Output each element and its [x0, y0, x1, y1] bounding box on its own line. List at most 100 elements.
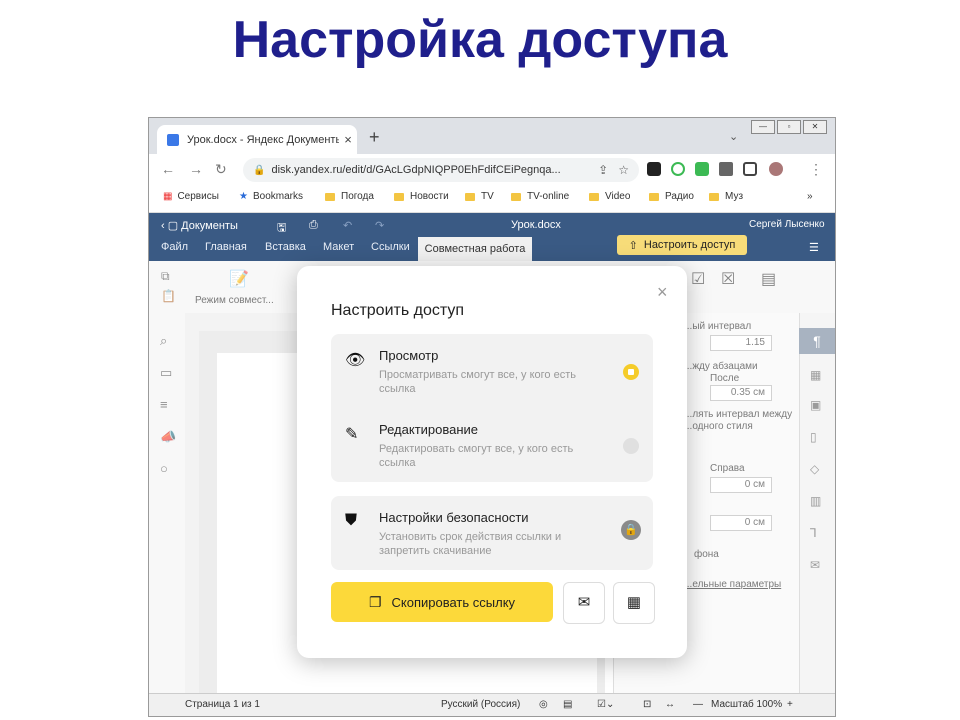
document-name: Урок.docx: [511, 219, 561, 231]
user-name[interactable]: Сергей Лысенко: [749, 219, 825, 230]
bookmark-tv-online[interactable]: TV-online: [511, 191, 569, 202]
option-edit-radio[interactable]: [623, 438, 639, 454]
navigation-bar: ← → ↻ 🔒 disk.yandex.ru/edit/d/GAcLGdpNIQ…: [149, 154, 835, 186]
option-edit[interactable]: ✎ Редактирование Редактировать смогут вс…: [331, 408, 653, 482]
lock-icon: 🔒: [253, 164, 266, 176]
tab-title: Урок.docx - Яндекс Документы: [187, 133, 339, 146]
spellcheck-icon[interactable]: ◎: [539, 699, 548, 710]
folder-icon: [589, 192, 599, 201]
docs-favicon-icon: [167, 133, 179, 146]
tab-search-chevron-icon[interactable]: ⌄: [729, 130, 738, 143]
option-view-title: Просмотр: [379, 348, 439, 363]
security-settings[interactable]: ⛊ Настройки безопасности Установить срок…: [331, 496, 653, 570]
save-icon[interactable]: 🖫: [277, 219, 286, 238]
bookmark-music[interactable]: Муз: [709, 191, 743, 202]
bookmark-services[interactable]: ▦ Сервисы: [163, 191, 219, 202]
security-title: Настройки безопасности: [379, 510, 529, 525]
bookmark-star-icon[interactable]: ☆: [618, 163, 629, 177]
side-panel-icon[interactable]: [743, 162, 757, 176]
zoom-out-button[interactable]: —: [693, 699, 703, 710]
shield-icon: ⛊: [345, 512, 358, 529]
tab-close-icon[interactable]: ×: [339, 132, 357, 147]
zoom-in-button[interactable]: +: [787, 699, 793, 710]
browser-menu-icon[interactable]: ⋮: [809, 161, 823, 178]
zoom-level: Масштаб 100%: [711, 699, 783, 710]
new-tab-button[interactable]: +: [369, 127, 380, 148]
back-icon[interactable]: ←: [161, 161, 175, 177]
menu-collaboration[interactable]: Совместная работа: [418, 237, 532, 261]
extension-icon[interactable]: [647, 162, 661, 176]
url-text: disk.yandex.ru/edit/d/GAcLGdpNIQPP0EhFdi…: [271, 164, 561, 176]
option-view[interactable]: 👁 Просмотр Просматривать смогут все, у к…: [331, 334, 653, 408]
folder-icon: [709, 192, 719, 201]
menu-insert[interactable]: Вставка: [265, 241, 306, 253]
download-icon[interactable]: [695, 162, 709, 176]
bookmark-radio[interactable]: Радио: [649, 191, 694, 202]
folder-icon: [511, 192, 521, 201]
apps-grid-icon: ▦: [163, 191, 173, 202]
language-selector[interactable]: Русский (Россия): [441, 699, 520, 710]
menu-layout[interactable]: Макет: [323, 241, 354, 253]
folder-icon: [325, 192, 335, 201]
star-icon: ★: [239, 191, 248, 202]
fit-width-icon[interactable]: ↔: [665, 699, 675, 710]
share-icon[interactable]: ⇪: [598, 163, 608, 177]
lock-icon: 🔒: [621, 520, 641, 540]
send-email-button[interactable]: ✉: [563, 582, 605, 624]
menu-file[interactable]: Файл: [161, 241, 188, 253]
share-icon: ⇧: [628, 239, 638, 252]
security-desc: Установить срок действия ссылки и запрет…: [379, 531, 562, 557]
track-changes-icon[interactable]: ☑⌄: [597, 699, 614, 710]
avatar[interactable]: [769, 162, 783, 176]
option-edit-desc: Редактировать смогут все, у кого есть сс…: [379, 443, 574, 469]
forward-icon[interactable]: →: [189, 161, 203, 177]
fit-page-icon[interactable]: ⊡: [643, 699, 651, 710]
back-to-docs-link[interactable]: ‹ ▢ Документы: [161, 219, 238, 232]
menu-references[interactable]: Ссылки: [371, 241, 410, 253]
doc-language-icon[interactable]: ▤: [563, 699, 572, 710]
access-options: 👁 Просмотр Просматривать смогут все, у к…: [331, 334, 653, 482]
minimize-button[interactable]: —: [751, 120, 775, 134]
access-settings-dialog: Настроить доступ × 👁 Просмотр Просматрив…: [297, 266, 687, 658]
hamburger-menu-icon[interactable]: ☰: [809, 241, 819, 254]
bookmark-weather[interactable]: Погода: [325, 191, 374, 202]
extensions-puzzle-icon[interactable]: [719, 162, 733, 176]
folder-icon: [394, 192, 404, 201]
bookmark-news[interactable]: Новости: [394, 191, 449, 202]
status-bar: Страница 1 из 1 Русский (Россия) ◎ ▤ ☑⌄ …: [149, 693, 835, 716]
close-window-button[interactable]: ✕: [803, 120, 827, 134]
eye-icon: 👁: [345, 352, 366, 369]
menu-home[interactable]: Главная: [205, 241, 247, 253]
bookmark-bookmarks[interactable]: ★ Bookmarks: [239, 191, 303, 202]
reload-icon[interactable]: ↻: [215, 161, 227, 178]
print-icon[interactable]: ⎙: [309, 219, 318, 232]
bookmarks-bar: ▦ Сервисы ★ Bookmarks Погода Новости TV TV…: [149, 186, 835, 213]
browser-tab[interactable]: Урок.docx - Яндекс Документы ×: [157, 125, 357, 154]
bookmark-video[interactable]: Video: [589, 191, 630, 202]
bookmark-tv[interactable]: TV: [465, 191, 494, 202]
maximize-button[interactable]: ▫: [777, 120, 801, 134]
security-option[interactable]: ⛊ Настройки безопасности Установить срок…: [331, 496, 653, 570]
close-icon[interactable]: ×: [657, 282, 668, 303]
share-access-button[interactable]: ⇧ Настроить доступ: [617, 235, 747, 255]
bookmarks-more[interactable]: »: [807, 191, 813, 202]
folder-icon: [649, 192, 659, 201]
redo-icon[interactable]: ↷: [375, 219, 384, 232]
copy-link-button[interactable]: ❐ Скопировать ссылку: [331, 582, 553, 622]
option-view-radio[interactable]: [623, 364, 639, 380]
option-view-desc: Просматривать смогут все, у кого есть сс…: [379, 369, 576, 395]
folder-icon: [465, 192, 475, 201]
copy-icon: ❐: [368, 593, 382, 610]
qr-code-icon: ▦: [626, 594, 642, 611]
option-edit-title: Редактирование: [379, 422, 479, 437]
qr-code-button[interactable]: ▦: [613, 582, 655, 624]
pencil-icon: ✎: [345, 426, 359, 443]
address-bar[interactable]: 🔒 disk.yandex.ru/edit/d/GAcLGdpNIQPP0EhF…: [243, 158, 639, 182]
dialog-title: Настроить доступ: [331, 302, 465, 319]
app-header: ‹ ▢ Документы 🖫 ⎙ ↶ ↷ Урок.docx Сергей Л…: [149, 213, 835, 261]
undo-icon[interactable]: ↶: [343, 219, 352, 232]
tab-strip: Урок.docx - Яндекс Документы × + ⌄ — ▫ ✕: [149, 118, 835, 154]
mail-icon: ✉: [577, 594, 591, 611]
adguard-icon[interactable]: [671, 162, 685, 176]
page-counter: Страница 1 из 1: [185, 699, 260, 710]
